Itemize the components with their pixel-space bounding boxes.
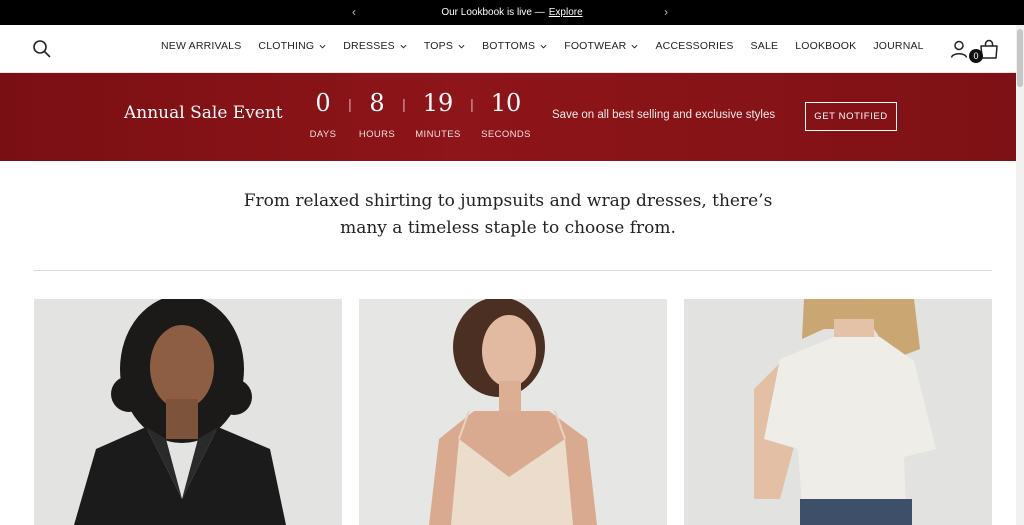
nav-label: SALE <box>750 40 779 52</box>
section-divider <box>34 270 992 271</box>
countdown-minutes: 19 MINUTES <box>408 89 468 140</box>
nav-item-tops[interactable]: TOPS <box>424 40 465 52</box>
nav-label: JOURNAL <box>873 40 924 52</box>
nav-label: NEW ARRIVALS <box>161 40 242 52</box>
countdown-label: DAYS <box>309 129 337 140</box>
sale-banner: Annual Sale Event 0 DAYS | 8 HOURS | 19 … <box>0 73 1016 161</box>
countdown-separator: | <box>402 96 406 112</box>
chevron-left-icon[interactable]: ‹ <box>352 5 356 19</box>
chevron-down-icon <box>400 44 407 48</box>
main-nav: NEW ARRIVALS CLOTHING DRESSES TOPS BOTTO… <box>161 40 941 52</box>
nav-item-journal[interactable]: JOURNAL <box>873 40 923 52</box>
countdown-separator: | <box>470 96 474 112</box>
nav-label: ACCESSORIES <box>655 40 734 52</box>
intro-text: From relaxed shirting to jumpsuits and w… <box>200 188 816 242</box>
sale-title: Annual Sale Event <box>124 103 283 123</box>
search-icon[interactable] <box>32 39 52 59</box>
nav-item-clothing[interactable]: CLOTHING <box>258 40 326 52</box>
countdown-value: 19 <box>422 89 454 117</box>
nav-label: LOOKBOOK <box>795 40 857 52</box>
page-scrollbar[interactable] <box>1016 25 1024 525</box>
announcement-link[interactable]: Explore <box>549 7 583 18</box>
countdown-value: 0 <box>315 89 331 117</box>
countdown-hours: 8 HOURS <box>354 89 400 140</box>
announcement-bar: ‹ Our Lookbook is live — Explore › <box>0 0 1024 25</box>
account-icon[interactable] <box>949 39 969 59</box>
countdown-timer: 0 DAYS | 8 HOURS | 19 MINUTES | 10 SECON… <box>300 89 536 140</box>
nav-item-accessories[interactable]: ACCESSORIES <box>655 40 733 52</box>
nav-label: BOTTOMS <box>482 40 536 52</box>
nav-item-new-arrivals[interactable]: NEW ARRIVALS <box>161 40 241 52</box>
countdown-seconds: 10 SECONDS <box>476 89 536 140</box>
countdown-label: HOURS <box>358 129 396 140</box>
countdown-value: 10 <box>490 89 522 117</box>
countdown-value: 8 <box>369 89 385 117</box>
countdown-label: SECONDS <box>481 129 531 140</box>
get-notified-button[interactable]: GET NOTIFIED <box>805 102 897 131</box>
nav-item-footwear[interactable]: FOOTWEAR <box>564 40 638 52</box>
product-image-black-blazer[interactable] <box>34 299 342 525</box>
sale-description: Save on all best selling and exclusive s… <box>552 109 776 121</box>
intro-line-2: many a timeless staple to choose from. <box>340 218 676 238</box>
nav-item-bottoms[interactable]: BOTTOMS <box>482 40 547 52</box>
announcement-text: Our Lookbook is live — <box>441 7 545 18</box>
nav-item-lookbook[interactable]: LOOKBOOK <box>795 40 856 52</box>
nav-item-dresses[interactable]: DRESSES <box>343 40 407 52</box>
nav-label: FOOTWEAR <box>564 40 627 52</box>
countdown-label: MINUTES <box>415 129 461 140</box>
chevron-down-icon <box>632 44 638 48</box>
chevron-down-icon <box>319 44 326 48</box>
nav-item-sale[interactable]: SALE <box>751 40 779 52</box>
nav-label: TOPS <box>423 40 454 52</box>
site-header: NEW ARRIVALS CLOTHING DRESSES TOPS BOTTO… <box>0 25 1016 73</box>
chevron-down-icon <box>540 44 547 48</box>
scrollbar-thumb[interactable] <box>1017 29 1023 87</box>
countdown-separator: | <box>348 96 352 112</box>
chevron-down-icon <box>458 44 465 48</box>
product-image-white-tee[interactable] <box>684 299 992 525</box>
product-image-slip-dress[interactable] <box>359 299 667 525</box>
cart-count-badge: 0 <box>969 49 983 63</box>
chevron-right-icon[interactable]: › <box>664 5 668 19</box>
nav-label: CLOTHING <box>258 40 315 52</box>
nav-label: DRESSES <box>343 40 395 52</box>
countdown-days: 0 DAYS <box>300 89 346 140</box>
intro-line-1: From relaxed shirting to jumpsuits and w… <box>243 191 773 211</box>
